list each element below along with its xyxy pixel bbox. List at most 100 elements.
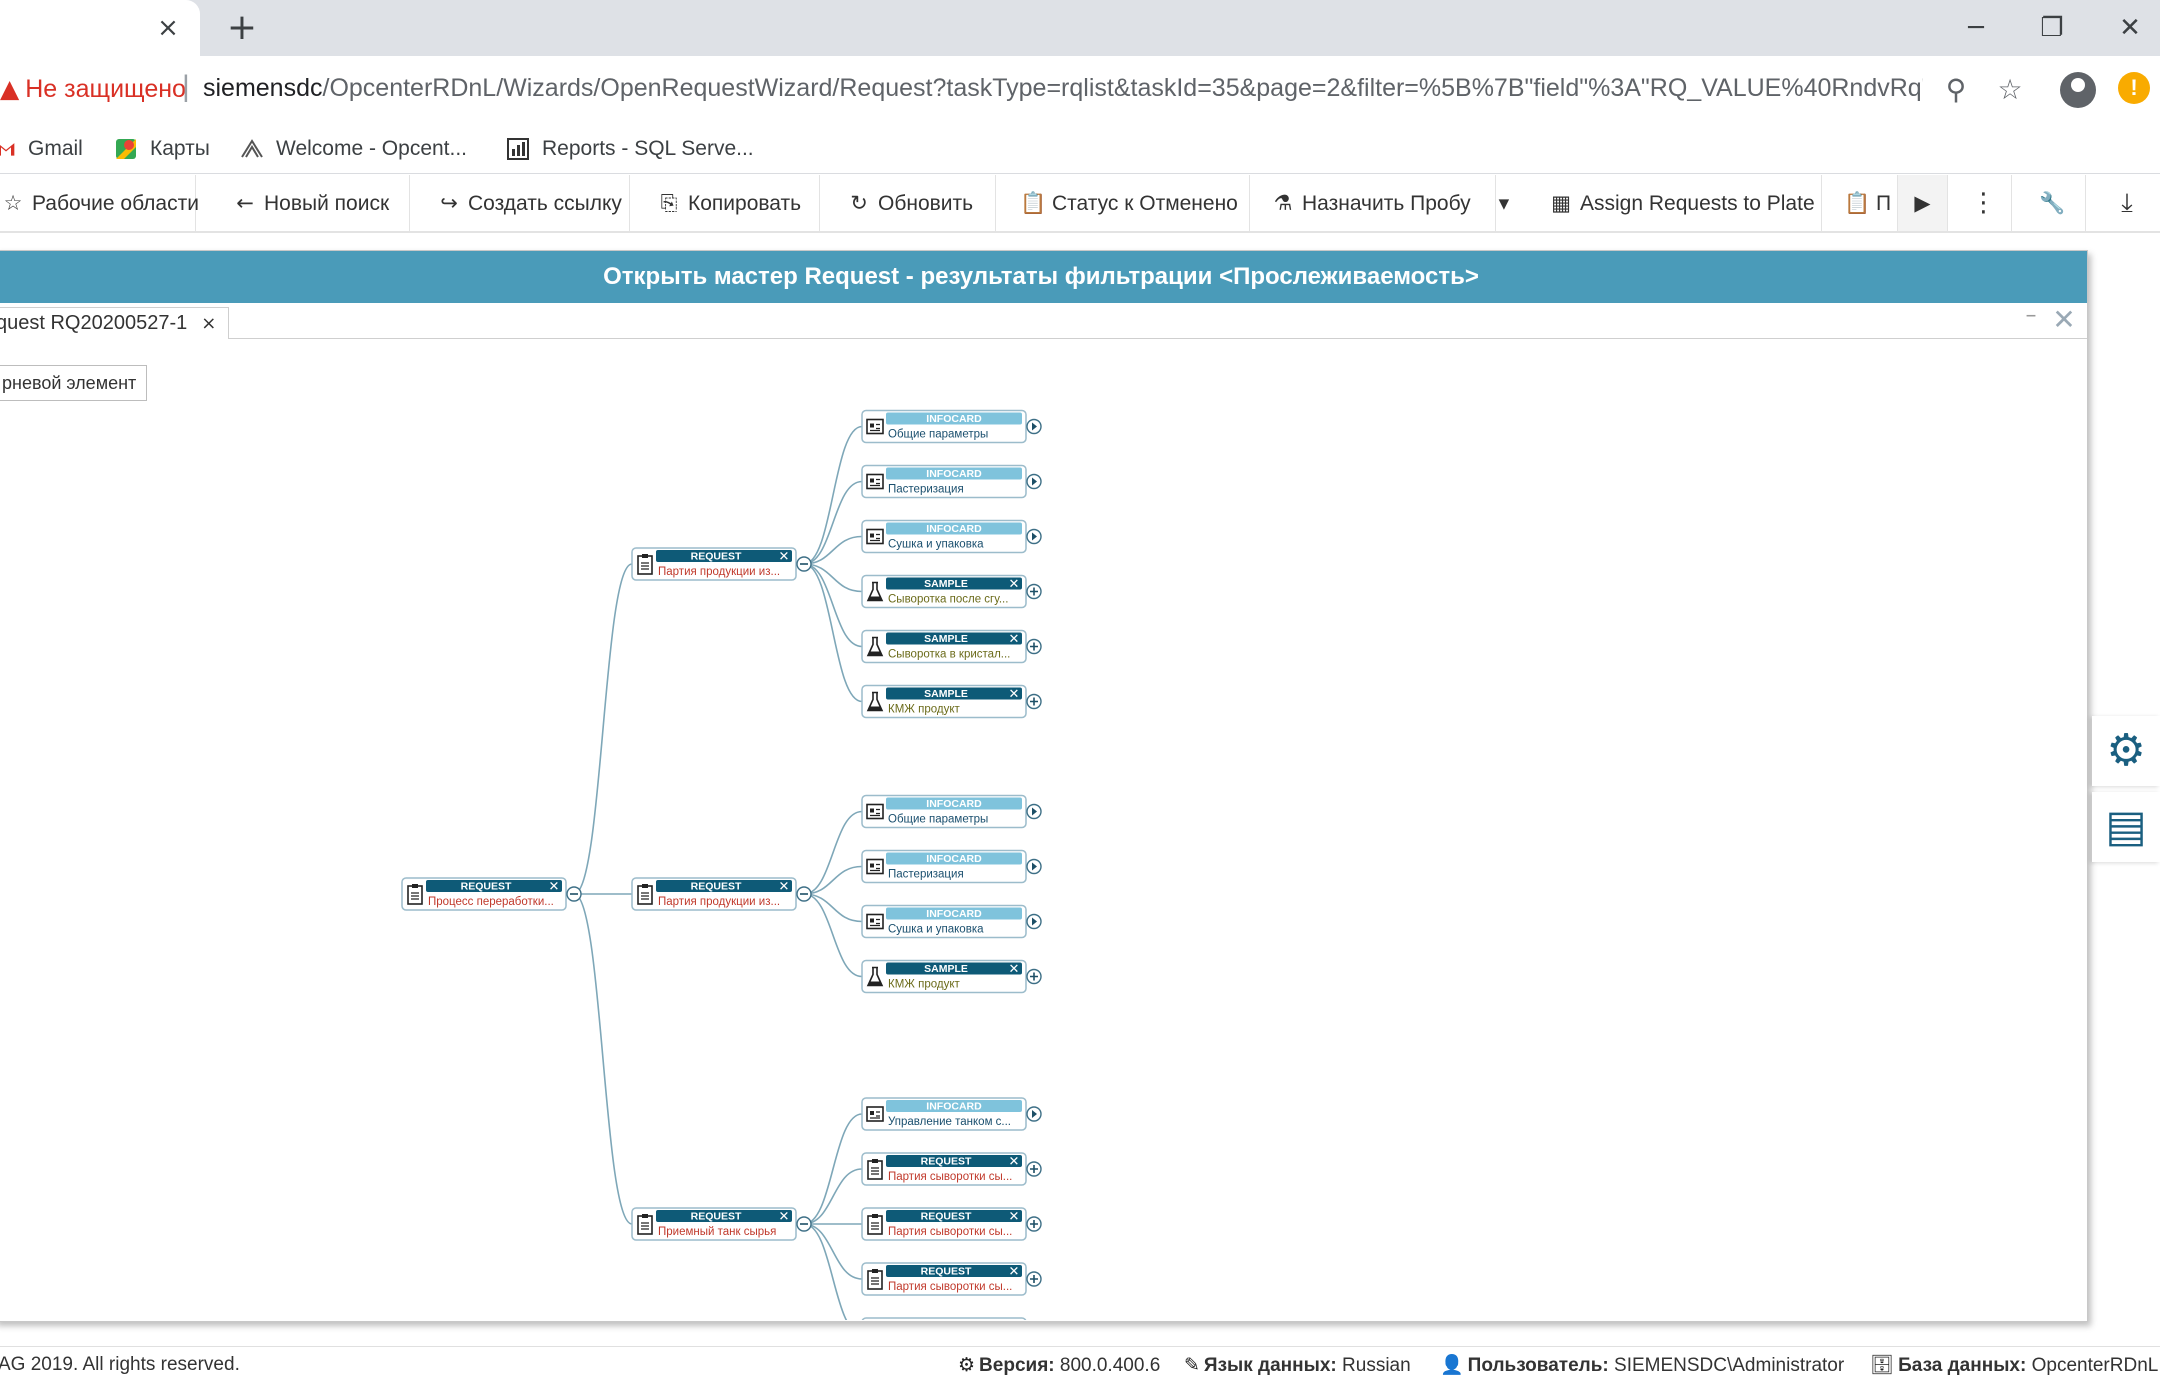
node-close-icon[interactable]: ✕: [779, 550, 790, 565]
browser-tab[interactable]: ×: [0, 0, 200, 56]
collapse-icon[interactable]: [566, 886, 582, 902]
tree-node[interactable]: REQUEST ✕Приемный танк сырья: [631, 1207, 797, 1241]
node-close-icon[interactable]: ✕: [1009, 632, 1020, 647]
version-value: 800.0.400.6: [1059, 1355, 1161, 1376]
node-label: Приемный танк сырья: [658, 1226, 776, 1238]
expand-arrow-icon[interactable]: [1026, 473, 1042, 490]
expand-plus-icon[interactable]: [1026, 968, 1042, 985]
node-close-icon[interactable]: ✕: [1009, 962, 1020, 977]
profile-avatar-icon[interactable]: [2060, 72, 2096, 108]
panel-close-icon[interactable]: ✕: [2049, 305, 2079, 335]
settings-gear-icon[interactable]: ⚙: [2092, 716, 2160, 786]
assign-sample-button[interactable]: ⚗ Назначить Пробу ▾: [1262, 175, 1509, 231]
expand-plus-icon[interactable]: [1026, 1216, 1042, 1232]
truncated-button[interactable]: 📋 П: [1836, 175, 1898, 231]
collapse-icon[interactable]: [796, 1216, 812, 1232]
new-tab-icon[interactable]: +: [224, 10, 260, 46]
expand-arrow-icon[interactable]: [1026, 528, 1042, 545]
tree-node[interactable]: REQUEST ✕Процесс переработки...: [401, 877, 567, 911]
expand-plus-icon[interactable]: [1026, 1271, 1042, 1287]
node-close-icon[interactable]: ✕: [1009, 1265, 1020, 1280]
node-type-label: INFOCARD: [926, 853, 982, 865]
node-close-icon[interactable]: ✕: [549, 880, 560, 895]
copy-button[interactable]: ⎘ Копировать: [648, 175, 820, 231]
node-close-icon[interactable]: ✕: [1009, 687, 1020, 702]
refresh-button[interactable]: ↻ Обновить: [838, 175, 996, 231]
expand-arrow-icon[interactable]: [1026, 803, 1042, 820]
star-icon: ☆: [3, 191, 23, 215]
document-tab[interactable]: quest RQ20200527-1 ×: [0, 307, 230, 339]
language-value: Russian: [1342, 1355, 1411, 1376]
expand-plus-icon[interactable]: [1027, 1327, 1041, 1341]
database-label: База данных:: [1898, 1355, 2027, 1376]
url-field[interactable]: siemensdc/OpcenterRDnL/Wizards/OpenReque…: [203, 74, 1923, 103]
status-cancelled-button[interactable]: 📋 Статус к Отменено: [1012, 175, 1250, 231]
expand-arrow-icon[interactable]: [1026, 913, 1042, 930]
scroll-right-icon[interactable]: ▶: [1898, 175, 1948, 231]
tree-node[interactable]: SAMPLE ✕ КМЖ продукт: [861, 959, 1027, 994]
close-icon[interactable]: ×: [201, 313, 216, 334]
node-type-label: SAMPLE: [924, 963, 968, 975]
tree-node[interactable]: INFOCARD Общие параметры: [861, 794, 1027, 829]
expand-plus-icon[interactable]: [1026, 693, 1042, 710]
bookmark-opcenter[interactable]: Welcome - Opcent...: [240, 132, 467, 166]
tree-node[interactable]: REQUEST ✕Партия сыворотки сы...: [861, 1262, 1027, 1296]
tree-node[interactable]: SAMPLE ✕ Сыворотка в кристал...: [861, 629, 1027, 664]
window-minimize-icon[interactable]: ─: [1946, 8, 2006, 48]
tree-node[interactable]: INFOCARD Сушка и упаковка: [861, 904, 1027, 939]
minimize-icon[interactable]: –: [2019, 303, 2043, 333]
flask-icon: [868, 1325, 882, 1343]
tree-node[interactable]: SAMPLE ✕ КМЖ продукт: [861, 684, 1027, 719]
expand-plus-icon[interactable]: [1026, 1161, 1042, 1177]
tree-node[interactable]: SAMPLE ✕Сыворотка после сгу...: [861, 574, 1027, 609]
report-panel-icon[interactable]: ▤: [2092, 792, 2160, 862]
expand-arrow-icon[interactable]: [1026, 858, 1042, 875]
window-restore-icon[interactable]: ❐: [2022, 8, 2082, 48]
node-close-icon[interactable]: ✕: [779, 1210, 790, 1225]
wrench-icon[interactable]: 🔧: [2020, 175, 2086, 231]
window-close-icon[interactable]: ✕: [2100, 8, 2160, 48]
zoom-icon[interactable]: ⚲: [1936, 70, 1976, 110]
chevron-down-icon[interactable]: ▾: [1499, 191, 1510, 215]
root-element-button[interactable]: рневой элемент: [0, 365, 148, 401]
node-close-icon[interactable]: ✕: [779, 880, 790, 895]
collapse-icon[interactable]: [796, 886, 812, 902]
tree-node[interactable]: INFOCARD Сушка и упаковка: [861, 519, 1027, 554]
download-icon[interactable]: ⤓: [2094, 175, 2160, 231]
security-warning[interactable]: ▲ Не защищено: [0, 74, 186, 104]
bookmark-star-icon[interactable]: ☆: [1990, 70, 2030, 110]
panel-title: Открыть мастер Request - результаты филь…: [0, 251, 2087, 303]
node-type-label: INFOCARD: [926, 798, 982, 810]
tree-node[interactable]: INFOCARD Управление танком с...: [861, 1097, 1027, 1131]
node-close-icon[interactable]: ✕: [1009, 1210, 1020, 1225]
node-label: Сушка и упаковка: [888, 539, 984, 551]
expand-plus-icon[interactable]: [1026, 638, 1042, 655]
expand-arrow-icon[interactable]: [1026, 418, 1042, 435]
collapse-icon[interactable]: [796, 556, 812, 572]
expand-plus-icon[interactable]: [1026, 583, 1042, 600]
expand-arrow-icon[interactable]: [1026, 1106, 1042, 1122]
node-type-label: SAMPLE: [924, 1321, 968, 1333]
tree-node[interactable]: INFOCARD Пастеризация: [861, 849, 1027, 884]
button-label: Создать ссылку: [468, 192, 622, 215]
assign-requests-to-plate-button[interactable]: ▦ Assign Requests to Plate: [1540, 175, 1822, 231]
tree-node[interactable]: INFOCARD Общие параметры: [861, 409, 1027, 444]
node-close-icon[interactable]: ✕: [1009, 577, 1020, 592]
tree-node[interactable]: REQUEST ✕Партия продукции из...: [631, 877, 797, 911]
node-close-icon[interactable]: ✕: [1009, 1155, 1020, 1170]
bookmark-maps[interactable]: Карты: [114, 132, 210, 166]
more-icon[interactable]: ⋮: [1956, 175, 2012, 231]
document-tabbar: quest RQ20200527-1 ×: [0, 303, 2087, 339]
tree-node[interactable]: REQUEST ✕Партия сыворотки сы...: [861, 1207, 1027, 1241]
node-type-label: REQUEST: [921, 1211, 972, 1223]
bookmark-gmail[interactable]: Gmail: [0, 132, 83, 166]
new-search-button[interactable]: ← Новый поиск: [224, 175, 410, 231]
create-link-button[interactable]: ↪ Создать ссылку: [428, 175, 630, 231]
bookmark-reports[interactable]: Reports - SQL Serve...: [506, 132, 754, 166]
tree-node[interactable]: REQUEST ✕Партия сыворотки сы...: [861, 1152, 1027, 1186]
workspaces-button[interactable]: ☆ Рабочие области: [0, 175, 199, 231]
tree-node[interactable]: INFOCARD Пастеризация: [861, 464, 1027, 499]
tree-node[interactable]: REQUEST ✕Партия продукции из...: [631, 547, 797, 581]
tab-close-icon[interactable]: ×: [154, 14, 182, 42]
update-alert-icon[interactable]: !: [2118, 72, 2150, 104]
